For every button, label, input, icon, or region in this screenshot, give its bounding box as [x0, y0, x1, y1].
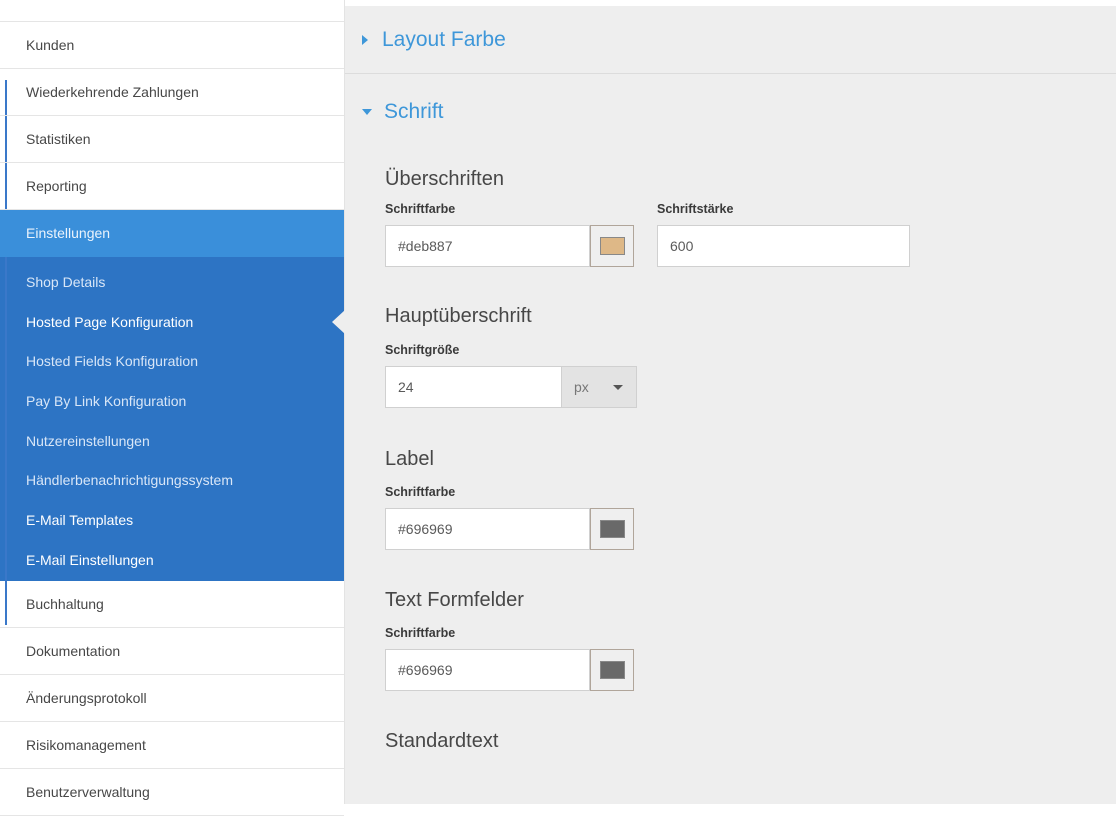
sidebar-item-label: Kunden: [26, 37, 75, 53]
sidebar-item-label: Statistiken: [26, 131, 91, 147]
section-layout-farbe-toggle[interactable]: Layout Farbe: [345, 6, 1116, 74]
sidebar-subitem-hosted-fields-konfiguration[interactable]: Hosted Fields Konfiguration: [0, 342, 344, 382]
sidebar-subitem-label: E-Mail Templates: [26, 512, 134, 529]
caret-down-icon: [362, 109, 372, 115]
sidebar-subitem-label: E-Mail Einstellungen: [26, 551, 154, 568]
sidebar-subitem-nutzereinstellungen[interactable]: Nutzereinstellungen: [0, 422, 344, 462]
text-fields-color-picker-button[interactable]: [590, 649, 634, 691]
sidebar-item-wiederkehrende-zahlungen[interactable]: Wiederkehrende Zahlungen: [0, 69, 344, 116]
sidebar-item-einstellungen[interactable]: Einstellungen: [0, 210, 344, 257]
group-title-standardtext: Standardtext: [385, 730, 499, 752]
sidebar-subitem-label: Shop Details: [26, 274, 106, 290]
sidebar-item-reporting[interactable]: Reporting: [0, 163, 344, 210]
sidebar-subitem-hosted-page-konfiguration[interactable]: Hosted Page Konfiguration: [0, 303, 345, 343]
text-fields-color-input[interactable]: [385, 649, 590, 691]
sidebar-subitem-pay-by-link-konfiguration[interactable]: Pay By Link Konfiguration: [0, 382, 344, 422]
label-color-input[interactable]: [385, 508, 590, 550]
sidebar-item-benutzerverwaltung[interactable]: Benutzerverwaltung: [0, 769, 344, 816]
sidebar-subitem-haendlerbenachrichtigungssystem[interactable]: Händlerbenachrichtigungssystem: [0, 461, 344, 501]
field-label: Schriftfarbe: [385, 485, 456, 499]
sidebar-item-label: Wiederkehrende Zahlungen: [26, 84, 199, 100]
field-label: Schriftfarbe: [385, 626, 456, 640]
main-heading-size-input[interactable]: [385, 366, 562, 408]
headings-color-field: Schriftfarbe: [385, 202, 634, 267]
sidebar-item-statistiken[interactable]: Statistiken: [0, 116, 344, 163]
sidebar-subitem-label: Händlerbenachrichtigungssystem: [26, 472, 233, 489]
sidebar-item-kunden[interactable]: Kunden: [0, 22, 344, 69]
field-label: Schriftfarbe: [385, 202, 456, 216]
headings-weight-field: Schriftstärke: [657, 202, 910, 267]
active-pointer-icon: [332, 309, 345, 334]
group-title-hauptueberschrift: Hauptüberschrift: [385, 305, 532, 327]
unit-select-value: px: [574, 379, 589, 395]
group-title-ueberschriften: Überschriften: [385, 168, 504, 190]
headings-color-picker-button[interactable]: [590, 225, 634, 267]
label-color-field: Schriftfarbe: [385, 485, 1116, 550]
section-schrift-toggle[interactable]: Schrift: [345, 74, 1116, 150]
main-content: Layout Farbe Schrift Überschriften Schri…: [345, 0, 1116, 804]
sidebar-item-label: Risikomanagement: [26, 736, 146, 753]
section-title: Layout Farbe: [382, 27, 506, 51]
schrift-settings: Überschriften Schriftfarbe Schriftstärke…: [345, 168, 1116, 753]
caret-right-icon: [362, 34, 368, 45]
sidebar-item-label: Buchhaltung: [26, 595, 104, 612]
color-swatch: [599, 520, 625, 538]
field-label: Schriftgröße: [385, 343, 460, 357]
sidebar-subitem-email-einstellungen[interactable]: E-Mail Einstellungen: [0, 541, 344, 581]
sidebar-subitem-label: Nutzereinstellungen: [26, 432, 150, 449]
sidebar-submenu-einstellungen: Shop Details Hosted Page Konfiguration H…: [0, 257, 345, 581]
sidebar: Kunden Wiederkehrende Zahlungen Statisti…: [0, 0, 345, 816]
text-fields-color-field: Schriftfarbe: [385, 626, 1116, 691]
sidebar-item-label: Reporting: [26, 178, 87, 194]
sidebar-subitem-label: Hosted Page Konfiguration: [26, 313, 194, 330]
color-swatch: [599, 237, 625, 255]
sidebar-subitem-shop-details[interactable]: Shop Details: [0, 263, 344, 303]
sidebar-item-dokumentation[interactable]: Dokumentation: [0, 628, 344, 675]
sidebar-item-label: Dokumentation: [26, 642, 121, 659]
section-title: Schrift: [384, 100, 444, 123]
chevron-down-icon: [612, 384, 623, 390]
headings-weight-input[interactable]: [657, 225, 910, 267]
label-color-picker-button[interactable]: [590, 508, 634, 550]
sidebar-top-edge: [0, 0, 344, 22]
sidebar-item-aenderungsprotokoll[interactable]: Änderungsprotokoll: [0, 675, 344, 722]
color-swatch: [599, 661, 625, 679]
sidebar-subitem-label: Hosted Fields Konfiguration: [26, 353, 198, 370]
group-title-label: Label: [385, 448, 434, 470]
sidebar-item-risikomanagement[interactable]: Risikomanagement: [0, 722, 344, 769]
sidebar-subitem-label: Pay By Link Konfiguration: [26, 393, 187, 410]
sidebar-item-buchhaltung[interactable]: Buchhaltung: [0, 581, 344, 628]
sidebar-item-label: Benutzerverwaltung: [26, 783, 150, 800]
headings-color-input[interactable]: [385, 225, 590, 267]
group-title-text-formfelder: Text Formfelder: [385, 589, 524, 611]
sidebar-item-label: Einstellungen: [26, 225, 111, 241]
sidebar-subitem-email-templates[interactable]: E-Mail Templates: [0, 501, 344, 541]
field-label: Schriftstärke: [657, 202, 734, 216]
sidebar-item-label: Änderungsprotokoll: [26, 689, 147, 706]
main-heading-size-field: Schriftgröße px: [385, 343, 1116, 408]
unit-select[interactable]: px: [562, 366, 637, 408]
